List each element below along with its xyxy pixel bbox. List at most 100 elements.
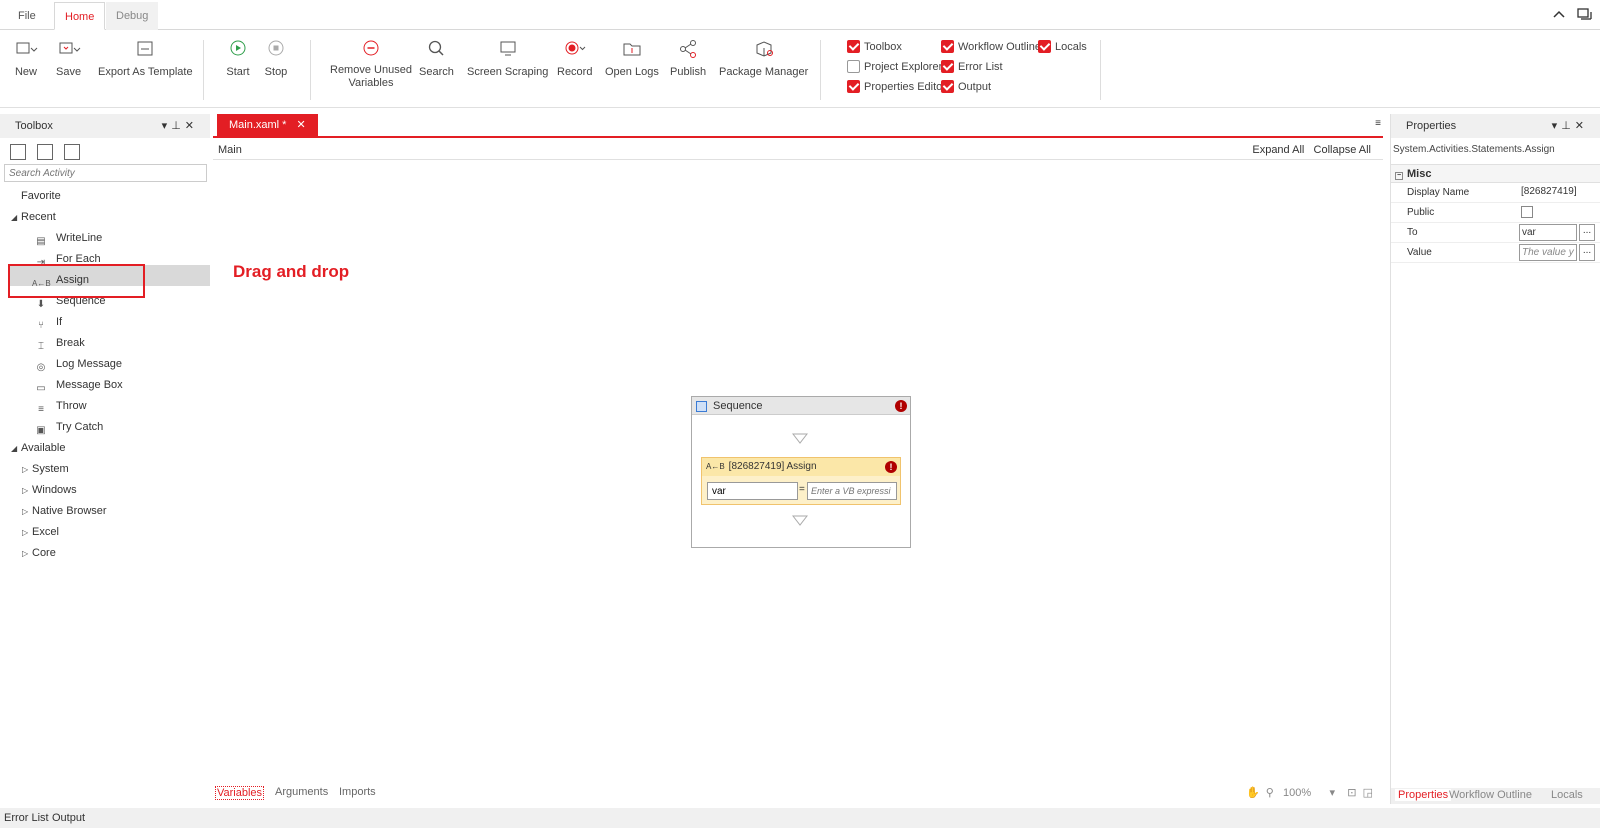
public-checkbox[interactable]: [1521, 206, 1533, 218]
start-button[interactable]: Start: [226, 38, 250, 79]
tab-locals[interactable]: Locals: [1551, 789, 1583, 801]
assign-activity[interactable]: A←B[826827419] Assign ! =: [701, 457, 901, 505]
error-icon: !: [895, 400, 907, 412]
document-tab-label: Main.xaml *: [229, 119, 287, 131]
remove-unused-variables-button[interactable]: Remove Unused Variables: [330, 38, 412, 90]
value-input[interactable]: The value y: [1519, 244, 1577, 261]
toggle-output-panel[interactable]: Output: [941, 79, 991, 96]
expand-arrow-icon[interactable]: ▷: [22, 480, 32, 501]
collapse-all-icon[interactable]: [37, 144, 54, 160]
zoom-icon[interactable]: ⚲: [1266, 787, 1274, 799]
ellipsis-button[interactable]: ...: [1579, 224, 1595, 241]
tab-workflow-outline[interactable]: Workflow Outline: [1449, 789, 1532, 801]
toolbox-toggle-label: Toolbox: [864, 41, 902, 53]
sequence-activity[interactable]: Sequence ! A←B[826827419] Assign ! =: [691, 396, 911, 548]
close-icon[interactable]: ✕: [1575, 120, 1588, 132]
tree-favorite[interactable]: Favorite: [21, 186, 61, 207]
list-view-icon[interactable]: [64, 144, 81, 160]
open-logs-button[interactable]: Open Logs: [605, 38, 659, 79]
tree-windows[interactable]: ▷ Windows: [22, 480, 77, 501]
dropdown-icon[interactable]: ▾: [1552, 120, 1562, 132]
fit-to-screen-icon[interactable]: ⊡: [1347, 787, 1356, 799]
ellipsis-button[interactable]: ...: [1579, 244, 1595, 261]
overview-icon[interactable]: ◲: [1363, 787, 1373, 799]
close-icon[interactable]: ✕: [185, 120, 198, 132]
activity-writeline[interactable]: ▤ WriteLine: [32, 228, 102, 249]
publish-button[interactable]: Publish: [670, 38, 706, 79]
tab-menu-icon[interactable]: ≡: [1375, 118, 1381, 129]
panel-controls: ▾⊥✕: [1552, 114, 1588, 138]
drop-target-arrow-icon[interactable]: [792, 515, 808, 527]
activity-if[interactable]: ⑂ If: [32, 312, 62, 333]
tree-excel[interactable]: ▷ Excel: [22, 522, 59, 543]
record-button[interactable]: Record: [557, 38, 592, 79]
stop-button[interactable]: Stop: [264, 38, 288, 79]
activity-throw[interactable]: ≡ Throw: [32, 396, 87, 417]
tree-system[interactable]: ▷ System: [22, 459, 69, 480]
activity-message-box[interactable]: ▭ Message Box: [32, 375, 122, 396]
pin-icon[interactable]: ⊥: [171, 120, 185, 132]
ribbon-controls-icon[interactable]: [1550, 6, 1594, 22]
category-misc[interactable]: − Misc: [1391, 165, 1600, 183]
toggle-error-list-panel[interactable]: Error List: [941, 59, 1003, 76]
activity-try-catch[interactable]: ▣ Try Catch: [32, 417, 103, 438]
activity-type-name: System.Activities.Statements.Assign: [1393, 144, 1555, 155]
toggle-locals-panel[interactable]: Locals: [1038, 39, 1087, 56]
properties-title: Properties: [1406, 120, 1457, 132]
tab-error-list[interactable]: Error List: [4, 808, 49, 828]
tab-variables[interactable]: Variables: [215, 786, 265, 800]
tree-recent[interactable]: ◢ Recent: [11, 207, 56, 228]
collapse-all-link[interactable]: Collapse All: [1314, 144, 1371, 156]
menu-file[interactable]: File: [8, 2, 46, 30]
breadcrumb-main[interactable]: Main: [218, 144, 242, 156]
tab-imports[interactable]: Imports: [339, 786, 376, 798]
toggle-toolbox-panel[interactable]: Toolbox: [847, 39, 902, 56]
tab-home[interactable]: Home: [54, 2, 106, 30]
zoom-dropdown-icon[interactable]: ▾: [1329, 787, 1335, 799]
drop-target-arrow-icon[interactable]: [792, 433, 808, 445]
expand-arrow-icon[interactable]: ▷: [22, 543, 32, 564]
dropdown-icon[interactable]: ▾: [162, 120, 172, 132]
activity-label: If: [56, 316, 63, 328]
collapse-arrow-icon[interactable]: ◢: [11, 207, 21, 228]
document-tab[interactable]: Main.xaml * ✕: [217, 114, 318, 136]
activity-log-message[interactable]: ◎ Log Message: [32, 354, 122, 375]
collapse-box-icon[interactable]: −: [1395, 172, 1403, 180]
tree-native-browser[interactable]: ▷ Native Browser: [22, 501, 107, 522]
expand-arrow-icon[interactable]: ▷: [22, 522, 32, 543]
assign-header: A←B [826827419] Assign !: [702, 458, 900, 476]
toggle-workflow-outline-panel[interactable]: Workflow Outline: [941, 39, 1041, 56]
tree-available[interactable]: ◢ Available: [11, 438, 65, 459]
close-icon[interactable]: ✕: [296, 119, 305, 131]
assign-to-input[interactable]: [707, 482, 798, 500]
new-button[interactable]: New: [14, 38, 38, 79]
tab-output[interactable]: Output: [52, 808, 85, 828]
tree-core[interactable]: ▷ Core: [22, 543, 56, 564]
expand-all-icon[interactable]: [10, 144, 26, 160]
search-button[interactable]: Search: [419, 38, 454, 79]
screen-scraping-button[interactable]: Screen Scraping: [467, 38, 548, 79]
expand-arrow-icon[interactable]: ▷: [22, 501, 32, 522]
zoom-level[interactable]: 100%: [1283, 787, 1311, 799]
to-value-input[interactable]: var: [1519, 224, 1577, 241]
toggle-properties-editor-panel[interactable]: Properties Editor: [847, 79, 946, 96]
toggle-project-explorer-panel[interactable]: Project Explorer: [847, 59, 942, 76]
menu-bar: File Home Debug: [0, 0, 1600, 30]
activity-label: Throw: [56, 400, 87, 412]
save-button[interactable]: Save: [56, 38, 81, 79]
activity-break[interactable]: ⌶ Break: [32, 333, 85, 354]
expand-arrow-icon[interactable]: ▷: [22, 459, 32, 480]
assign-value-input[interactable]: [807, 482, 897, 500]
pin-icon[interactable]: ⊥: [1561, 120, 1575, 132]
display-name-value[interactable]: [826827419] Assign: [1519, 184, 1577, 201]
package-manager-button[interactable]: Package Manager: [719, 38, 808, 79]
expand-all-link[interactable]: Expand All: [1252, 144, 1304, 156]
start-label: Start: [226, 66, 250, 78]
tab-arguments[interactable]: Arguments: [275, 786, 328, 798]
collapse-arrow-icon[interactable]: ◢: [11, 438, 21, 459]
tab-properties[interactable]: Properties: [1395, 789, 1452, 801]
export-template-button[interactable]: Export As Template: [98, 38, 193, 79]
tab-debug[interactable]: Debug: [106, 2, 159, 30]
search-activity-input[interactable]: [4, 164, 207, 182]
hand-icon[interactable]: ✋: [1246, 787, 1260, 799]
